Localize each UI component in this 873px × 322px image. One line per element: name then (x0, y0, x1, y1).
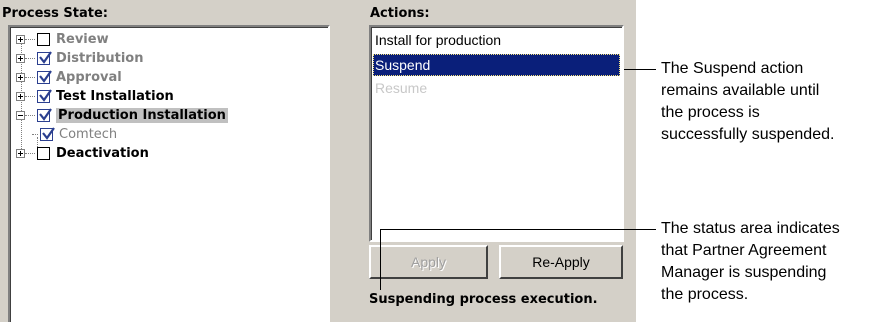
callout-status: The status area indicates that Partner A… (661, 218, 840, 306)
expand-plus-icon[interactable] (16, 35, 25, 44)
callout-line-suspend (624, 69, 656, 70)
tree-checkbox[interactable] (37, 89, 52, 103)
callout-suspend: The Suspend action remains available unt… (661, 58, 834, 146)
tree-item-label: Review (56, 32, 109, 47)
tree-item[interactable]: Review (16, 30, 109, 49)
tree-checkbox[interactable] (37, 70, 52, 84)
tree-dotted-line (25, 153, 35, 154)
tree-item-label: Deactivation (56, 146, 149, 161)
apply-button[interactable]: Apply (369, 245, 488, 279)
expand-plus-icon[interactable] (16, 149, 25, 158)
callout-suspend-line: successfully suspended. (661, 126, 835, 143)
callout-status-line: The status area indicates (661, 220, 840, 237)
tree-item[interactable]: Approval (16, 68, 122, 87)
action-install-for-production[interactable]: Install for production (373, 29, 620, 51)
callout-suspend-line: the process is (661, 104, 760, 121)
callout-line-status-v (380, 229, 381, 290)
collapse-minus-icon[interactable] (16, 111, 25, 120)
callout-status-line: that Partner Agreement (661, 242, 827, 259)
callout-line-status-h (380, 229, 656, 230)
tree-item-label: Approval (56, 70, 122, 85)
tree-item-label: Test Installation (56, 89, 174, 104)
tree-item[interactable]: Deactivation (16, 144, 149, 163)
tree-item-label: Comtech (59, 127, 118, 142)
tree-item[interactable]: Comtech (32, 125, 117, 144)
tree-checkbox[interactable] (37, 33, 50, 46)
tree-dotted-line (32, 134, 38, 135)
expand-plus-icon[interactable] (16, 73, 25, 82)
tree-item-label: Production Installation (56, 108, 228, 123)
tree-item-label: Distribution (56, 51, 144, 66)
process-panel: Process State: Actions: Review Distributi… (0, 0, 636, 322)
callout-suspend-line: remains available until (661, 82, 820, 99)
actions-list[interactable]: Install for production Suspend Resume (369, 25, 624, 242)
callout-status-line: Manager is suspending (661, 264, 827, 281)
tree-dotted-line (25, 115, 35, 116)
tree-checkbox[interactable] (37, 51, 52, 65)
tree-checkbox[interactable] (37, 108, 52, 122)
expand-plus-icon[interactable] (16, 54, 25, 63)
reapply-button[interactable]: Re-Apply (499, 245, 623, 279)
tree-dotted-line (25, 58, 35, 59)
process-state-heading: Process State: (2, 6, 108, 21)
tree-dotted-line (25, 39, 35, 40)
tree-checkbox[interactable] (37, 147, 50, 160)
tree-item[interactable]: Distribution (16, 49, 143, 68)
actions-heading: Actions: (370, 6, 430, 21)
process-state-tree[interactable]: Review Distribution Approval Test Installat… (8, 25, 330, 322)
tree-dotted-line (25, 96, 35, 97)
status-text: Suspending process execution. (369, 292, 598, 307)
tree-item[interactable]: Test Installation (16, 87, 174, 106)
expand-plus-icon[interactable] (16, 92, 25, 101)
callout-suspend-line: The Suspend action (661, 60, 804, 77)
action-suspend[interactable]: Suspend (373, 54, 620, 76)
callout-status-line: the process. (661, 286, 749, 303)
tree-dotted-line (25, 77, 35, 78)
action-resume[interactable]: Resume (373, 77, 620, 99)
tree-item[interactable]: Production Installation (16, 106, 228, 125)
tree-checkbox[interactable] (40, 127, 55, 141)
